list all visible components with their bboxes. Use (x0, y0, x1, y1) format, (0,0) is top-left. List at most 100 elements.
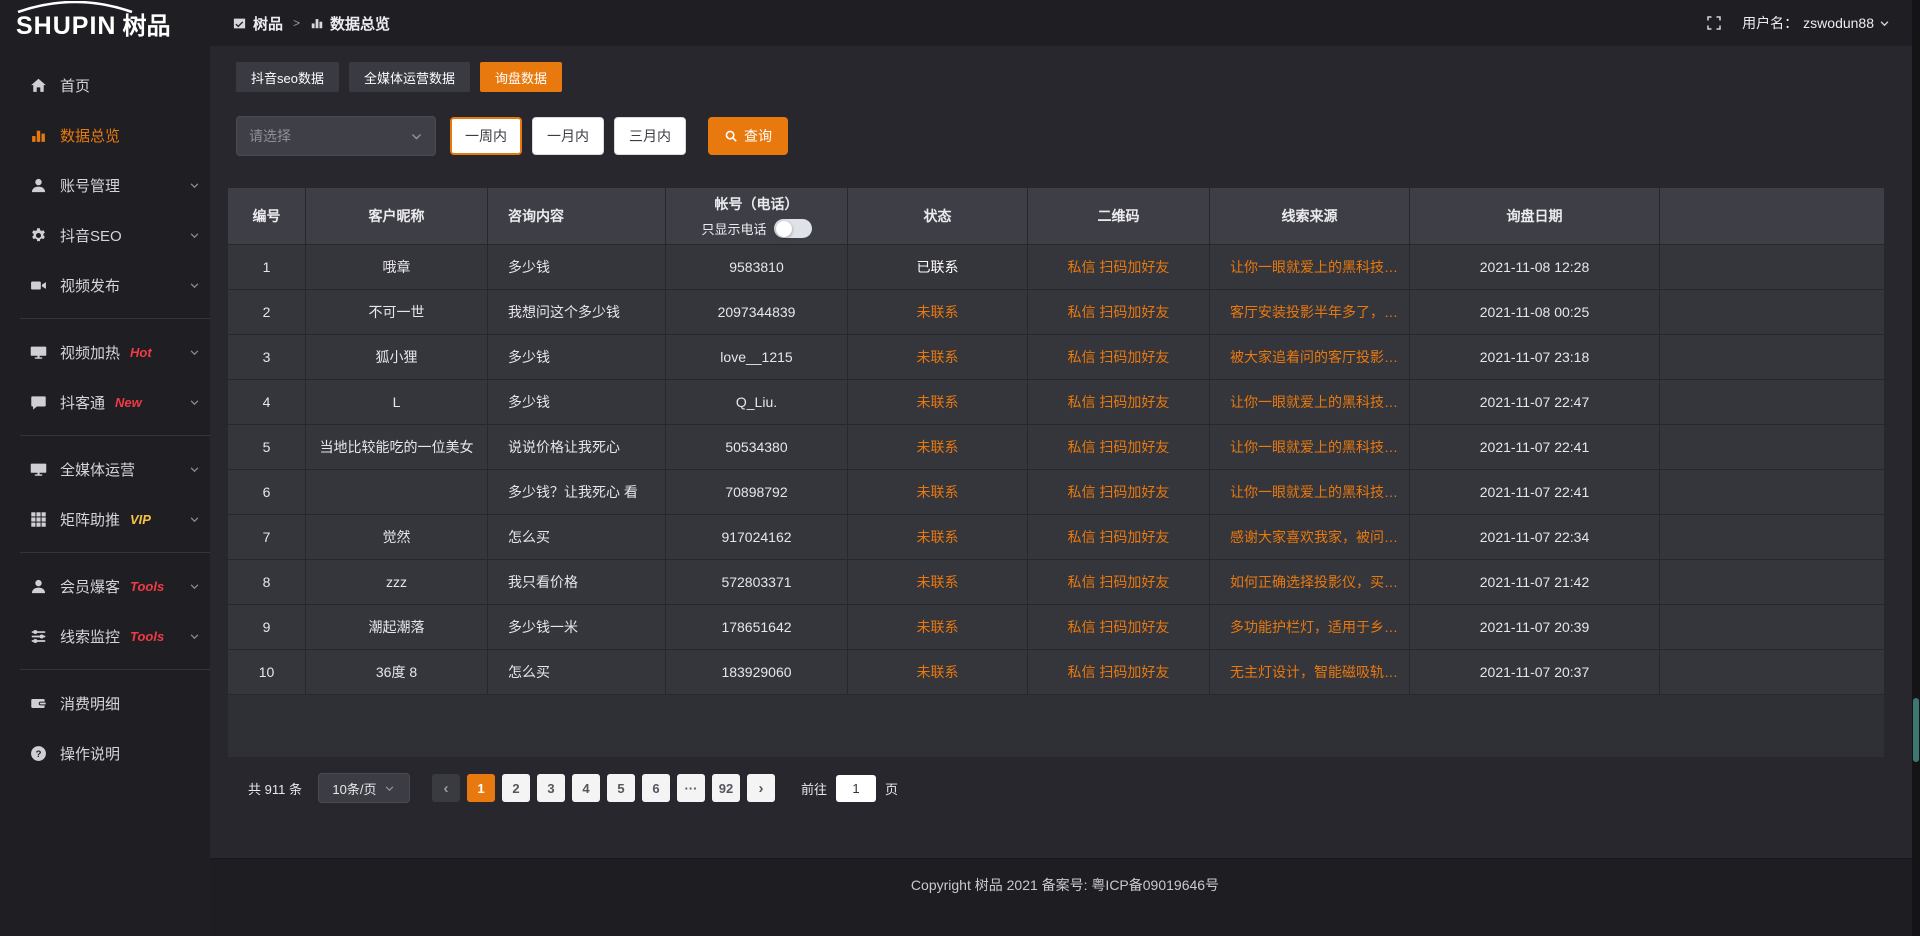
cell-source-link[interactable]: 让你一眼就爱上的黑科技，能... (1210, 425, 1410, 470)
cell-qrcode-links[interactable]: 私信 扫码加好友 (1028, 470, 1210, 515)
sidebar-divider (20, 669, 210, 670)
table-row: 7 觉然 怎么买 917024162 未联系 私信 扫码加好友 感谢大家喜欢我家… (228, 515, 1884, 560)
range-button-1[interactable]: 一月内 (532, 117, 604, 155)
cell-content: 多少钱 (488, 245, 666, 290)
sidebar-item-clue-monitor[interactable]: 线索监控 Tools (0, 611, 210, 661)
cell-no: 7 (228, 515, 306, 560)
sidebar: 首页 数据总览 账号管理 抖音SEO 视频发布 视频加热 Hot (0, 46, 210, 936)
page-button-92[interactable]: 92 (712, 774, 740, 802)
scrollbar (1912, 0, 1920, 936)
member-icon (30, 578, 47, 595)
goto-page-input[interactable] (836, 775, 876, 802)
search-icon (724, 129, 738, 143)
cell-no: 4 (228, 380, 306, 425)
app-window: SHUPIN 树品 树品 > 数据总览 用户名： zswodun88 (0, 0, 1920, 936)
cell-filler (1660, 290, 1884, 335)
page-size-select[interactable]: 10条/页 (318, 773, 410, 803)
sidebar-item-douketong[interactable]: 抖客通 New (0, 377, 210, 427)
cell-qrcode-links[interactable]: 私信 扫码加好友 (1028, 335, 1210, 380)
table-row: 8 zzz 我只看价格 572803371 未联系 私信 扫码加好友 如何正确选… (228, 560, 1884, 605)
date-range-group: 一周内一月内三月内 (450, 117, 686, 155)
cell-source-link[interactable]: 客厅安装投影半年多了，真实... (1210, 290, 1410, 335)
header-status: 状态 (848, 188, 1028, 245)
cell-nickname (306, 470, 488, 515)
prev-page-button[interactable]: ‹ (432, 774, 460, 802)
cell-filler (1660, 425, 1884, 470)
sidebar-item-home[interactable]: 首页 (0, 60, 210, 110)
logo-arc (14, 1, 136, 13)
scrollbar-thumb[interactable] (1913, 698, 1919, 762)
page-button-4[interactable]: 4 (572, 774, 600, 802)
cell-date: 2021-11-07 20:37 (1410, 650, 1660, 695)
sidebar-item-operation-guide[interactable]: ? 操作说明 (0, 728, 210, 778)
sidebar-item-consume-detail[interactable]: 消费明细 (0, 678, 210, 728)
tab-media-operation-data[interactable]: 全媒体运营数据 (349, 62, 470, 92)
sidebar-item-label: 操作说明 (60, 743, 120, 764)
cell-source-link[interactable]: 让你一眼就爱上的黑科技，能... (1210, 380, 1410, 425)
cell-date: 2021-11-07 22:47 (1410, 380, 1660, 425)
breadcrumb-home[interactable]: 树品 (232, 13, 283, 34)
cell-source-link[interactable]: 让你一眼就爱上的黑科技，能... (1210, 470, 1410, 515)
filter-select[interactable]: 请选择 (236, 116, 436, 156)
page-button-2[interactable]: 2 (502, 774, 530, 802)
cell-source-link[interactable]: 多功能护栏灯，适用于乡村文... (1210, 605, 1410, 650)
cell-content: 多少钱 (488, 335, 666, 380)
next-page-button[interactable]: › (747, 774, 775, 802)
page-button-3[interactable]: 3 (537, 774, 565, 802)
cell-source-link[interactable]: 被大家追着问的客厅投影分享... (1210, 335, 1410, 380)
cell-qrcode-links[interactable]: 私信 扫码加好友 (1028, 560, 1210, 605)
toggle-knob (776, 221, 792, 237)
page-button-1[interactable]: 1 (467, 774, 495, 802)
cell-qrcode-links[interactable]: 私信 扫码加好友 (1028, 515, 1210, 560)
table-row: 10 36度 8 怎么买 183929060 未联系 私信 扫码加好友 无主灯设… (228, 650, 1884, 695)
table-row: 6 多少钱？让我死心 看 70898792 未联系 私信 扫码加好友 让你一眼就… (228, 470, 1884, 515)
page-ellipsis[interactable]: ··· (677, 774, 705, 802)
cell-source-link[interactable]: 无主灯设计，智能磁吸轨道灯... (1210, 650, 1410, 695)
cell-status: 未联系 (848, 380, 1028, 425)
cell-date: 2021-11-07 22:34 (1410, 515, 1660, 560)
sidebar-item-douyin-seo[interactable]: 抖音SEO (0, 210, 210, 260)
user-menu[interactable]: 用户名： zswodun88 (1742, 13, 1890, 33)
cell-qrcode-links[interactable]: 私信 扫码加好友 (1028, 605, 1210, 650)
sidebar-item-video-publish[interactable]: 视频发布 (0, 260, 210, 310)
cell-account: 178651642 (666, 605, 848, 650)
cell-qrcode-links[interactable]: 私信 扫码加好友 (1028, 290, 1210, 335)
chevron-down-icon (189, 347, 200, 358)
sidebar-item-matrix-boost[interactable]: 矩阵助推 VIP (0, 494, 210, 544)
query-button[interactable]: 查询 (708, 117, 788, 155)
range-button-0[interactable]: 一周内 (450, 117, 522, 155)
gear-icon (30, 227, 47, 244)
cell-source-link[interactable]: 让你一眼就爱上的黑科技，能... (1210, 245, 1410, 290)
cell-source-link[interactable]: 感谢大家喜欢我家，被问了好... (1210, 515, 1410, 560)
cell-qrcode-links[interactable]: 私信 扫码加好友 (1028, 380, 1210, 425)
cell-filler (1660, 650, 1884, 695)
sidebar-item-badge: Tools (130, 579, 164, 594)
sidebar-item-video-heat[interactable]: 视频加热 Hot (0, 327, 210, 377)
sidebar-item-member-baoke[interactable]: 会员爆客 Tools (0, 561, 210, 611)
cell-account: 917024162 (666, 515, 848, 560)
page-button-5[interactable]: 5 (607, 774, 635, 802)
cell-qrcode-links[interactable]: 私信 扫码加好友 (1028, 425, 1210, 470)
cell-account: 2097344839 (666, 290, 848, 335)
cell-qrcode-links[interactable]: 私信 扫码加好友 (1028, 650, 1210, 695)
phone-only-toggle[interactable] (774, 219, 812, 238)
cell-qrcode-links[interactable]: 私信 扫码加好友 (1028, 245, 1210, 290)
sidebar-item-account-manage[interactable]: 账号管理 (0, 160, 210, 210)
page-button-6[interactable]: 6 (642, 774, 670, 802)
topbar: SHUPIN 树品 树品 > 数据总览 用户名： zswodun88 (0, 0, 1920, 46)
fullscreen-button[interactable] (1706, 15, 1722, 31)
breadcrumb-current-label: 数据总览 (330, 13, 390, 34)
tab-douyin-seo-data[interactable]: 抖音seo数据 (236, 62, 339, 92)
sidebar-item-media-operation[interactable]: 全媒体运营 (0, 444, 210, 494)
range-button-2[interactable]: 三月内 (614, 117, 686, 155)
cell-no: 10 (228, 650, 306, 695)
header-nickname: 客户昵称 (306, 188, 488, 245)
table-row: 2 不可一世 我想问这个多少钱 2097344839 未联系 私信 扫码加好友 … (228, 290, 1884, 335)
chevron-down-icon (189, 180, 200, 191)
table-header-row: 编号 客户昵称 咨询内容 帐号（电话） 只显示电话 (228, 188, 1884, 245)
sidebar-item-label: 视频加热 (60, 342, 120, 363)
cell-status: 未联系 (848, 290, 1028, 335)
tab-inquiry-data[interactable]: 询盘数据 (480, 62, 562, 92)
sidebar-item-data-overview[interactable]: 数据总览 (0, 110, 210, 160)
cell-source-link[interactable]: 如何正确选择投影仪，买投影... (1210, 560, 1410, 605)
